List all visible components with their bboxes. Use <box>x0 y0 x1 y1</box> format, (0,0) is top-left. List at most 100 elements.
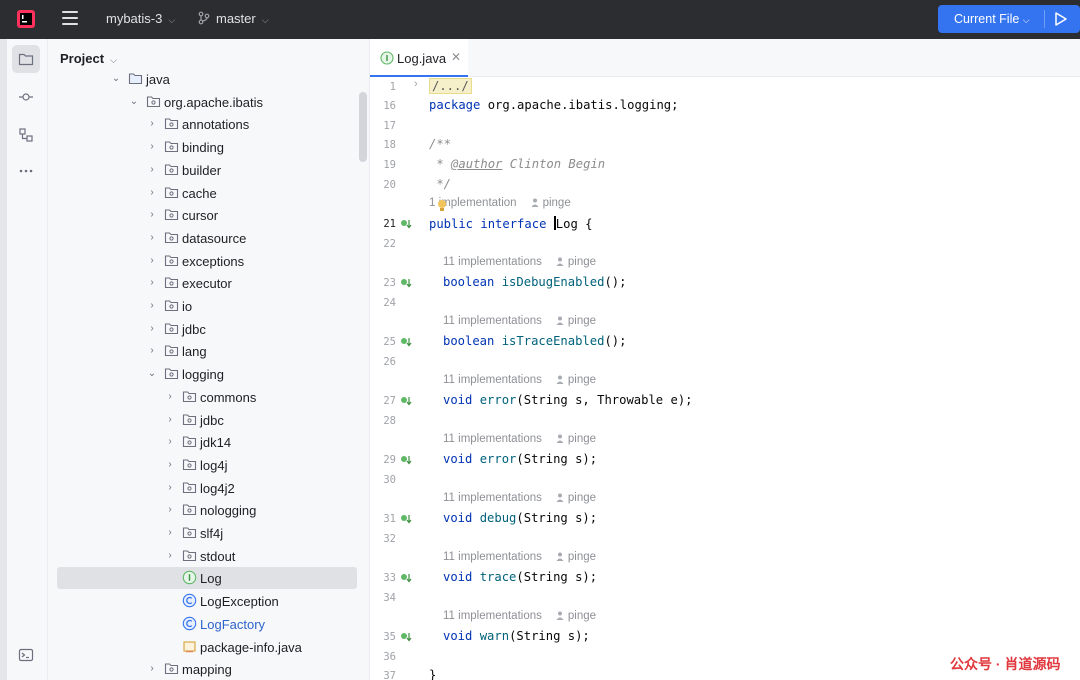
implemented-marker-icon[interactable] <box>400 336 412 348</box>
chevron-right-icon[interactable]: › <box>146 185 158 201</box>
tree-item[interactable]: › jdk14 <box>48 431 369 453</box>
more-tools-button[interactable] <box>12 157 40 185</box>
code-line-warn[interactable]: void warn(String s); <box>443 629 590 643</box>
tree-item[interactable]: › builder <box>48 159 369 181</box>
chevron-right-icon[interactable]: › <box>164 480 176 496</box>
chevron-right-icon[interactable]: › <box>146 321 158 337</box>
code-line-folded-header[interactable]: /.../ <box>429 78 472 94</box>
inlay-hint[interactable]: 11 implementations pinge <box>443 315 596 327</box>
main-menu-icon[interactable] <box>62 11 78 25</box>
chevron-right-icon[interactable]: › <box>164 525 176 541</box>
tree-item[interactable]: › nologging <box>48 499 369 521</box>
branch-selector[interactable]: master ⌵ <box>216 11 269 26</box>
code-line-is-trace-enabled[interactable]: boolean isTraceEnabled(); <box>443 334 626 348</box>
terminal-tool-button[interactable] <box>12 641 40 669</box>
tree-item[interactable]: › cache <box>48 182 369 204</box>
tree-item[interactable]: package-info.java <box>48 636 369 658</box>
inlay-hint[interactable]: 1 implementation pinge <box>429 197 571 209</box>
tree-item[interactable]: Log <box>48 567 369 590</box>
chevron-right-icon[interactable]: › <box>146 275 158 291</box>
tree-item[interactable]: › io <box>48 295 369 317</box>
inlay-hint[interactable]: 11 implementations pinge <box>443 374 596 386</box>
tree-item[interactable]: › jdbc <box>48 318 369 340</box>
run-icon[interactable] <box>1054 11 1068 27</box>
folded-region[interactable]: /.../ <box>429 78 472 94</box>
author-hint[interactable]: pinge <box>556 256 596 268</box>
implemented-marker-icon[interactable] <box>400 218 412 230</box>
chevron-down-icon[interactable]: ⌄ <box>110 71 122 87</box>
code-line-error[interactable]: void error(String s); <box>443 452 597 466</box>
tree-item[interactable]: LogException <box>48 590 369 612</box>
author-hint[interactable]: pinge <box>556 551 596 563</box>
tree-item[interactable]: › cursor <box>48 204 369 226</box>
code-line-interface-decl[interactable]: public interface Log { <box>429 216 592 231</box>
chevron-right-icon[interactable]: › <box>164 457 176 473</box>
chevron-right-icon[interactable]: › <box>146 162 158 178</box>
code-editor[interactable]: 1 › 16 17 18 19 20 21 22 23 24 25 26 27 … <box>370 77 1080 680</box>
intellij-logo-icon[interactable] <box>17 10 35 28</box>
project-selector[interactable]: mybatis-3 ⌵ <box>106 11 175 26</box>
chevron-right-icon[interactable]: › <box>146 343 158 359</box>
chevron-down-icon[interactable]: ⌄ <box>146 366 158 382</box>
implemented-marker-icon[interactable] <box>400 631 412 643</box>
tree-item[interactable]: › log4j <box>48 454 369 476</box>
implementations-hint[interactable]: 11 implementations <box>443 315 542 327</box>
tree-item[interactable]: › executor <box>48 272 369 294</box>
run-configuration-button[interactable]: Current File ⌵ <box>938 5 1080 33</box>
code-line-doc-author[interactable]: * @author Clinton Begin <box>429 157 605 171</box>
tree-item[interactable]: LogFactory <box>48 613 369 635</box>
chevron-right-icon[interactable]: › <box>146 253 158 269</box>
tree-item[interactable]: › datasource <box>48 227 369 249</box>
tree-item[interactable]: › commons <box>48 386 369 408</box>
implementations-hint[interactable]: 11 implementations <box>443 374 542 386</box>
inlay-hint[interactable]: 11 implementations pinge <box>443 256 596 268</box>
chevron-right-icon[interactable]: › <box>146 139 158 155</box>
chevron-right-icon[interactable]: › <box>146 298 158 314</box>
implemented-marker-icon[interactable] <box>400 454 412 466</box>
chevron-right-icon[interactable]: › <box>164 389 176 405</box>
implementations-hint[interactable]: 11 implementations <box>443 492 542 504</box>
code-line-doc-close[interactable]: */ <box>429 177 451 191</box>
chevron-right-icon[interactable]: › <box>164 548 176 564</box>
inlay-hint[interactable]: 11 implementations pinge <box>443 551 596 563</box>
code-line-error-throwable[interactable]: void error(String s, Throwable e); <box>443 393 693 407</box>
implemented-marker-icon[interactable] <box>400 513 412 525</box>
fold-expand-icon[interactable]: › <box>414 78 418 90</box>
implementations-hint[interactable]: 11 implementations <box>443 551 542 563</box>
project-tool-button[interactable] <box>12 45 40 73</box>
tab-log-java[interactable]: Log.java ✕ <box>370 39 468 77</box>
code-line-close-brace[interactable]: } <box>429 668 436 680</box>
project-panel-title[interactable]: Project ⌵ <box>60 51 117 66</box>
author-hint[interactable]: pinge <box>556 433 596 445</box>
author-hint[interactable]: pinge <box>556 315 596 327</box>
author-hint[interactable]: pinge <box>531 197 571 209</box>
tree-item[interactable]: › annotations <box>48 113 369 135</box>
chevron-right-icon[interactable]: › <box>146 661 158 677</box>
tree-item[interactable]: › lang <box>48 340 369 362</box>
tree-item[interactable]: ⌄ org.apache.ibatis <box>48 91 369 113</box>
code-line-is-debug-enabled[interactable]: boolean isDebugEnabled(); <box>443 275 626 289</box>
tree-item[interactable]: ⌄ logging <box>48 363 369 385</box>
chevron-right-icon[interactable]: › <box>146 116 158 132</box>
implemented-marker-icon[interactable] <box>400 277 412 289</box>
inlay-hint[interactable]: 11 implementations pinge <box>443 610 596 622</box>
scrollbar-thumb[interactable] <box>359 92 367 162</box>
lightbulb-icon[interactable] <box>437 199 447 212</box>
implementations-hint[interactable]: 11 implementations <box>443 610 542 622</box>
chevron-right-icon[interactable]: › <box>146 230 158 246</box>
close-tab-icon[interactable]: ✕ <box>451 50 461 64</box>
implementations-hint[interactable]: 11 implementations <box>443 256 542 268</box>
tree-item[interactable]: › jdbc <box>48 409 369 431</box>
code-line-package[interactable]: package org.apache.ibatis.logging; <box>429 98 679 112</box>
tree-item[interactable]: › binding <box>48 136 369 158</box>
tree-item[interactable]: › slf4j <box>48 522 369 544</box>
tree-item[interactable]: ⌄ java <box>48 68 369 90</box>
chevron-down-icon[interactable]: ⌄ <box>128 94 140 110</box>
tree-item[interactable]: › log4j2 <box>48 477 369 499</box>
tree-item[interactable]: › exceptions <box>48 250 369 272</box>
chevron-right-icon[interactable]: › <box>164 412 176 428</box>
chevron-right-icon[interactable]: › <box>146 207 158 223</box>
inlay-hint[interactable]: 11 implementations pinge <box>443 492 596 504</box>
commit-tool-button[interactable] <box>12 83 40 111</box>
code-line-doc-open[interactable]: /** <box>429 137 451 151</box>
